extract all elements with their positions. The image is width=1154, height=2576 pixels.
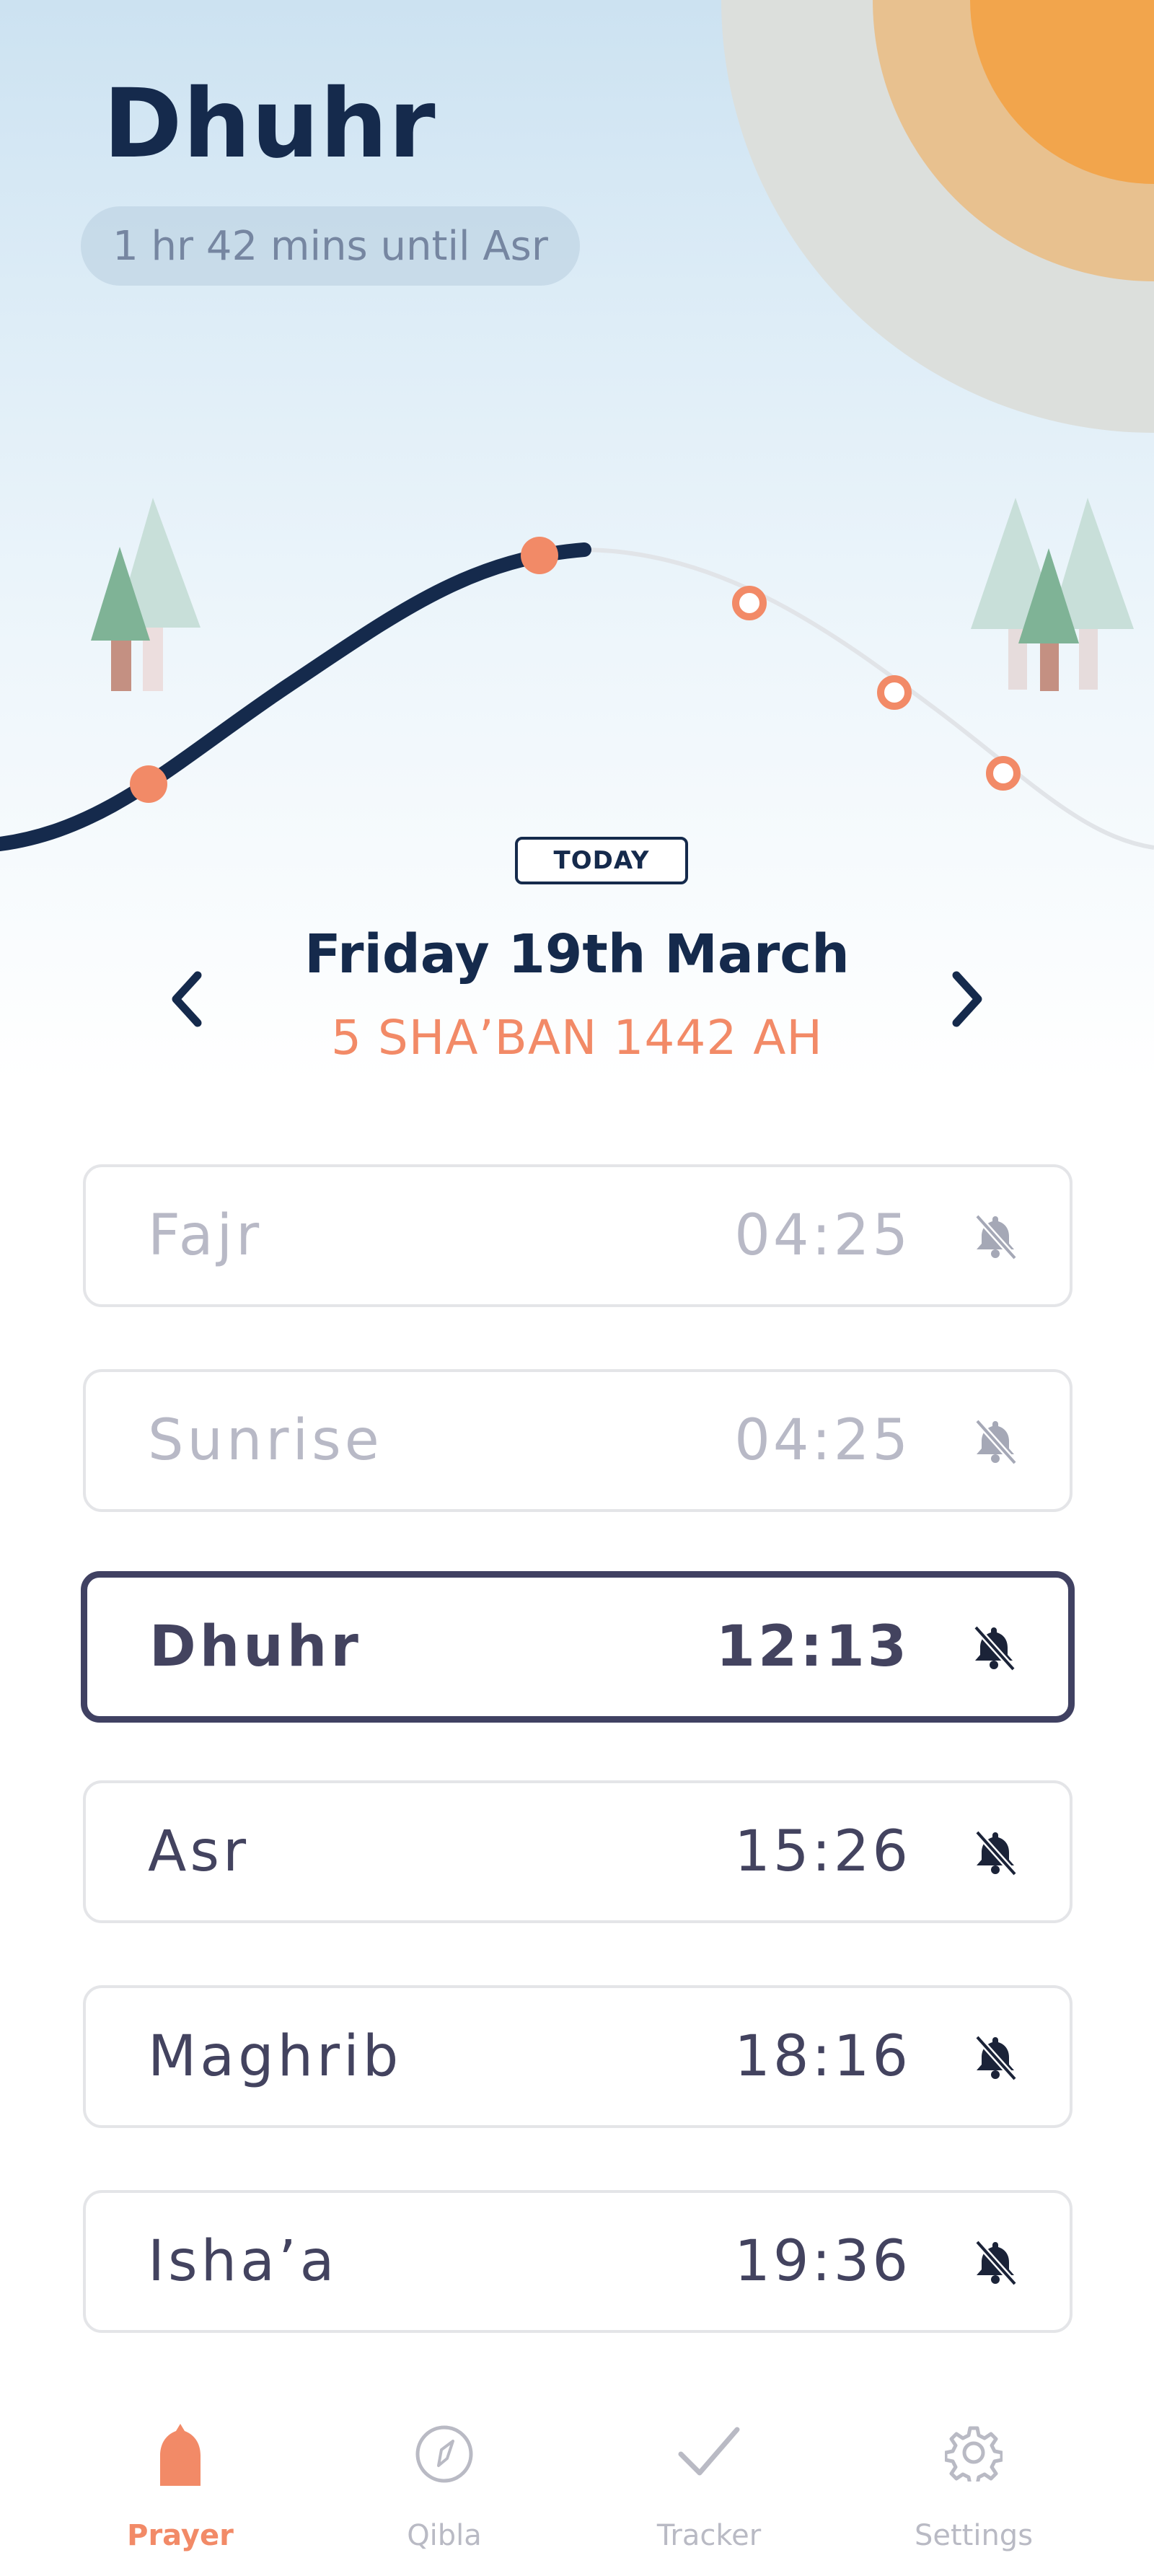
marker-maghrib [877, 675, 912, 710]
tab-label: Settings [914, 2519, 1034, 2552]
prayer-row-maghrib[interactable]: Maghrib 18:16 [83, 1985, 1072, 2128]
marker-isha [986, 756, 1021, 791]
prayer-time: 19:36 [734, 2229, 911, 2294]
tree-icon [91, 498, 201, 691]
gear-icon [945, 2426, 1003, 2482]
bell-off-icon[interactable] [970, 1210, 1021, 1261]
bell-off-icon[interactable] [970, 2031, 1021, 2082]
prayer-row-fajr[interactable]: Fajr 04:25 [83, 1164, 1072, 1307]
tab-tracker[interactable]: Tracker [579, 2381, 839, 2554]
prayer-name: Dhuhr [149, 1614, 362, 1679]
bell-off-icon[interactable] [969, 1622, 1019, 1672]
tree-icon [971, 498, 1134, 691]
tab-label: Qibla [407, 2519, 482, 2552]
prayer-row-isha[interactable]: Isha’a 19:36 [83, 2190, 1072, 2333]
sun-path-elapsed [0, 542, 591, 851]
bell-off-icon[interactable] [970, 1827, 1021, 1877]
prayer-time: 12:13 [715, 1614, 909, 1679]
prayer-name: Asr [148, 1819, 250, 1884]
tab-qibla[interactable]: Qibla [314, 2381, 574, 2554]
marker-asr [732, 586, 767, 620]
countdown-text: 1 hr 42 mins until Asr [113, 222, 548, 270]
tab-settings[interactable]: Settings [844, 2381, 1104, 2554]
prayer-time: 15:26 [734, 1819, 911, 1884]
bell-off-icon[interactable] [970, 2236, 1021, 2287]
tab-label: Prayer [127, 2519, 234, 2552]
tab-label: Tracker [656, 2519, 762, 2552]
prayer-name: Maghrib [148, 2024, 402, 2089]
mosque-icon [160, 2424, 201, 2486]
prayer-time: 04:25 [734, 1408, 911, 1473]
prayer-time: 04:25 [734, 1203, 911, 1268]
compass-icon [415, 2425, 473, 2483]
marker-fajr [130, 765, 167, 803]
tab-prayer[interactable]: Prayer [50, 2381, 310, 2554]
prayer-name: Sunrise [148, 1408, 383, 1473]
marker-dhuhr [521, 537, 558, 574]
prayer-row-dhuhr[interactable]: Dhuhr 12:13 [81, 1571, 1075, 1723]
prayer-time: 18:16 [734, 2024, 911, 2089]
prayer-name: Fajr [148, 1203, 263, 1268]
prayer-row-sunrise[interactable]: Sunrise 04:25 [83, 1369, 1072, 1512]
prayer-row-asr[interactable]: Asr 15:26 [83, 1780, 1072, 1923]
current-prayer-title: Dhuhr [103, 69, 436, 180]
bell-off-icon[interactable] [970, 1415, 1021, 1466]
sky-header: Dhuhr 1 hr 42 mins until Asr [0, 0, 1154, 1082]
prayer-name: Isha’a [148, 2229, 338, 2294]
countdown-pill: 1 hr 42 mins until Asr [81, 206, 580, 286]
next-day-button[interactable] [945, 967, 988, 1032]
bottom-tab-bar: Prayer Qibla Tracker Settings [0, 2381, 1154, 2576]
checkmark-icon [678, 2427, 740, 2476]
today-badge[interactable]: TODAY [515, 837, 688, 884]
chevron-right-icon [952, 971, 982, 1027]
